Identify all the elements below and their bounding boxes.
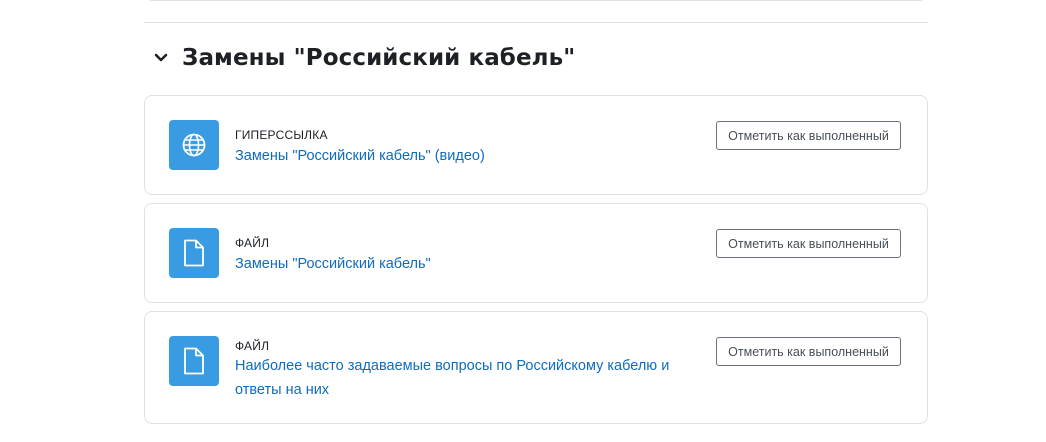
- section-divider: [144, 22, 928, 23]
- activity-link[interactable]: Замены "Российский кабель": [235, 252, 431, 276]
- activity-type: Файл: [235, 236, 270, 250]
- activity-card: Файл Наиболее часто задаваемые вопросы п…: [144, 311, 928, 424]
- activity-type: Гиперссылка: [235, 128, 328, 142]
- file-icon[interactable]: [169, 228, 219, 278]
- section-header: Замены "Российский кабель": [150, 40, 575, 76]
- activity-card: Файл Замены "Российский кабель" Отметить…: [144, 203, 928, 303]
- mark-complete-button[interactable]: Отметить как выполненный: [716, 229, 901, 258]
- activity-type: Файл: [235, 339, 270, 353]
- globe-icon[interactable]: [169, 120, 219, 170]
- file-icon[interactable]: [169, 336, 219, 386]
- activity-link[interactable]: Замены "Российский кабель" (видео): [235, 144, 485, 168]
- activity-link-line: Наиболее часто задаваемые вопросы по Рос…: [235, 358, 670, 374]
- mark-complete-button[interactable]: Отметить как выполненный: [716, 121, 901, 150]
- previous-activity-card: [144, 0, 928, 1]
- mark-complete-button[interactable]: Отметить как выполненный: [716, 337, 901, 366]
- activity-link[interactable]: Наиболее часто задаваемые вопросы по Рос…: [235, 354, 669, 402]
- activity-link-line: ответы на них: [235, 382, 330, 398]
- chevron-down-icon[interactable]: [150, 47, 172, 69]
- section-title: Замены "Российский кабель": [182, 45, 576, 71]
- activity-card: Гиперссылка Замены "Российский кабель" (…: [144, 95, 928, 195]
